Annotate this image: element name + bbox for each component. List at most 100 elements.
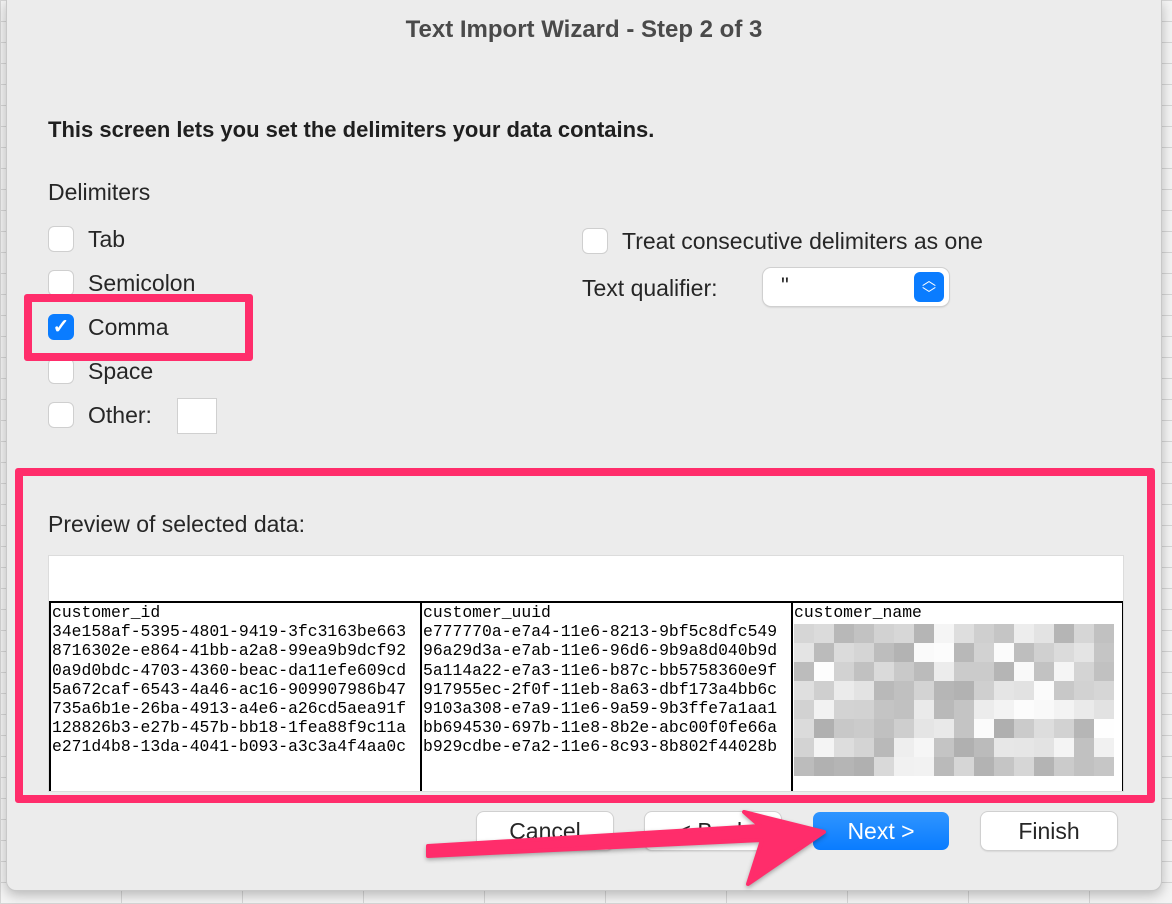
blur-pixel (794, 681, 814, 701)
blur-pixel (934, 643, 954, 663)
blur-pixel (934, 681, 954, 701)
consecutive-delimiters-label[interactable]: Treat consecutive delimiters as one (622, 228, 983, 255)
blur-pixel (1034, 700, 1054, 720)
blur-pixel (1014, 662, 1034, 682)
blur-pixel (814, 681, 834, 701)
blur-pixel (854, 757, 874, 777)
blur-pixel (854, 662, 874, 682)
cell: e777770a-e7a4-11e6-8213-9bf5c8dfc549 (423, 622, 778, 642)
blur-pixel (974, 643, 994, 663)
blur-pixel (874, 624, 894, 644)
blur-pixel (914, 662, 934, 682)
blur-pixel (794, 719, 814, 739)
column-header: customer_uuid (423, 603, 551, 622)
blur-pixel (914, 757, 934, 777)
comma-checkbox[interactable]: ✓ (48, 314, 74, 340)
back-button[interactable]: < Back (645, 812, 781, 850)
blur-pixel (994, 681, 1014, 701)
blur-pixel (894, 624, 914, 644)
blur-pixel (874, 757, 894, 777)
cell: 128826b3-e27b-457b-bb18-1fea88f9c11a (52, 718, 407, 738)
blur-pixel (874, 738, 894, 758)
blur-pixel (894, 757, 914, 777)
cell: 917955ec-2f0f-11eb-8a63-dbf173a4bb6c (423, 679, 778, 699)
blur-pixel (1094, 624, 1114, 644)
blur-pixel (834, 757, 854, 777)
cell: 96a29d3a-e7ab-11e6-96d6-9b9a8d040b9d (423, 641, 778, 661)
blur-pixel (1074, 700, 1094, 720)
blur-pixel (1074, 662, 1094, 682)
cell: 0a9d0bdc-4703-4360-beac-da11efe609cd (52, 660, 407, 680)
cancel-button[interactable]: Cancel (477, 812, 613, 850)
blur-pixel (954, 643, 974, 663)
consecutive-delimiters-checkbox[interactable] (582, 228, 608, 254)
other-delimiter-input[interactable] (177, 398, 217, 434)
text-qualifier-select[interactable]: " ︿ ﹀ (763, 268, 949, 306)
chevron-up-down-icon: ︿ ﹀ (914, 272, 944, 302)
blur-pixel (994, 757, 1014, 777)
blur-pixel (834, 681, 854, 701)
blur-pixel (894, 662, 914, 682)
blur-pixel (814, 719, 834, 739)
other-checkbox[interactable] (48, 402, 74, 428)
blur-pixel (1014, 719, 1034, 739)
blur-pixel (1094, 738, 1114, 758)
blur-pixel (1074, 643, 1094, 663)
blur-pixel (914, 624, 934, 644)
blur-pixel (974, 700, 994, 720)
blur-pixel (834, 719, 854, 739)
blur-pixel (1014, 700, 1034, 720)
blur-pixel (894, 643, 914, 663)
blur-pixel (854, 643, 874, 663)
space-checkbox[interactable] (48, 358, 74, 384)
preview-column-customer-name: customer_name (791, 601, 1123, 791)
tab-checkbox[interactable] (48, 226, 74, 252)
blur-pixel (854, 700, 874, 720)
data-preview[interactable]: customer_id 34e158af-5395-4801-9419-3fc3… (48, 555, 1124, 792)
space-label[interactable]: Space (88, 358, 153, 385)
comma-label[interactable]: Comma (88, 314, 169, 341)
semicolon-checkbox[interactable] (48, 270, 74, 296)
tab-label[interactable]: Tab (88, 226, 125, 253)
blur-pixel (1034, 624, 1054, 644)
other-label[interactable]: Other: (88, 402, 152, 429)
blur-pixel (994, 700, 1014, 720)
preview-column-customer-uuid: customer_uuid e777770a-e7a4-11e6-8213-9b… (420, 601, 791, 791)
text-qualifier-label: Text qualifier: (582, 275, 718, 301)
blur-pixel (1074, 681, 1094, 701)
blur-pixel (1014, 643, 1034, 663)
blur-pixel (814, 757, 834, 777)
blur-pixel (794, 738, 814, 758)
blur-pixel (934, 700, 954, 720)
semicolon-label[interactable]: Semicolon (88, 270, 195, 297)
finish-button[interactable]: Finish (981, 812, 1117, 850)
preview-column-customer-id: customer_id 34e158af-5395-4801-9419-3fc3… (49, 601, 420, 791)
blur-pixel (974, 624, 994, 644)
blur-pixel (854, 738, 874, 758)
blur-pixel (814, 738, 834, 758)
blur-pixel (934, 624, 954, 644)
blur-pixel (934, 757, 954, 777)
blur-pixel (794, 700, 814, 720)
blur-pixel (954, 719, 974, 739)
blur-pixel (794, 662, 814, 682)
blur-pixel (834, 662, 854, 682)
blur-pixel (1054, 719, 1074, 739)
blur-pixel (1094, 643, 1114, 663)
blur-pixel (1034, 719, 1054, 739)
blur-pixel (874, 700, 894, 720)
blur-pixel (1074, 719, 1094, 739)
blur-pixel (914, 738, 934, 758)
blur-pixel (874, 681, 894, 701)
blur-pixel (1014, 624, 1034, 644)
blur-pixel (1054, 757, 1074, 777)
blur-pixel (1014, 738, 1034, 758)
dialog-title: Text Import Wizard - Step 2 of 3 (405, 16, 763, 43)
blur-pixel (894, 719, 914, 739)
blur-pixel (994, 624, 1014, 644)
next-button[interactable]: Next > (813, 812, 949, 850)
blur-pixel (974, 757, 994, 777)
cell: 9103a308-e7a9-11e6-9a59-9b3ffe7a1aa1 (423, 699, 778, 719)
text-import-wizard-dialog: Text Import Wizard - Step 2 of 3 This sc… (6, 0, 1162, 891)
blur-pixel (994, 662, 1014, 682)
